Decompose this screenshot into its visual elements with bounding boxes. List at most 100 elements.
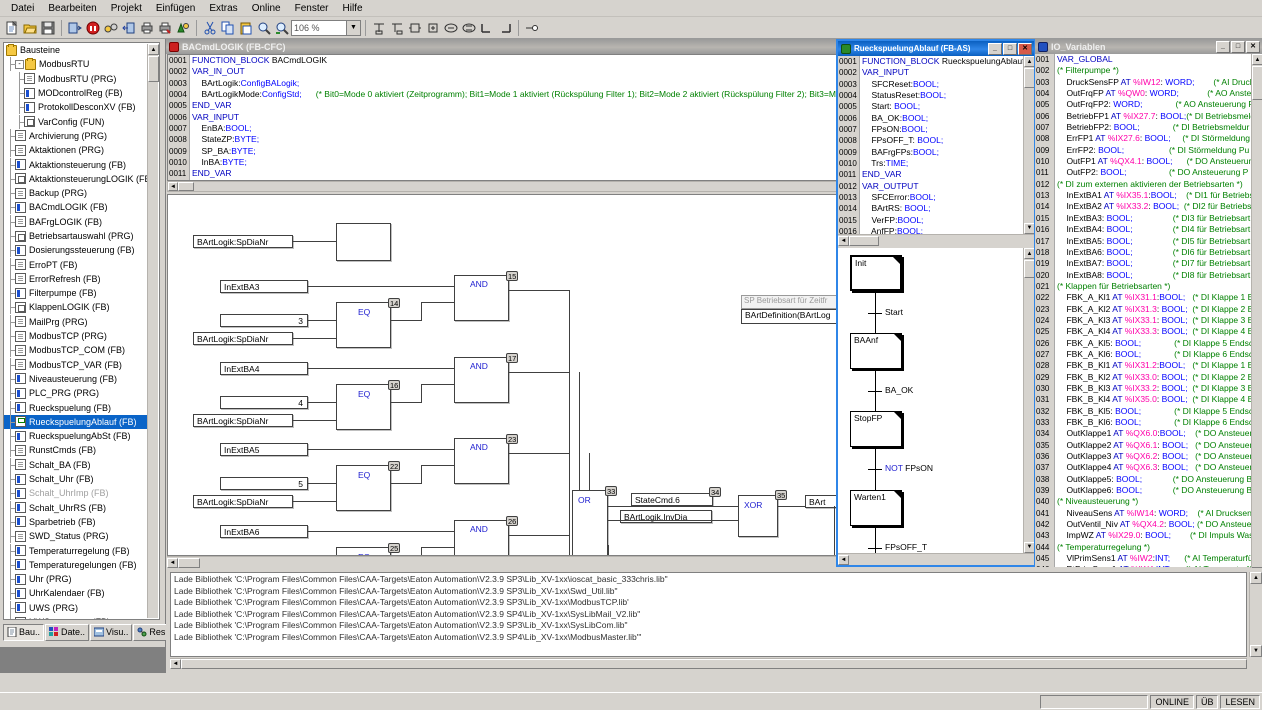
message-vscrollbar[interactable]: ▲ ▼ xyxy=(1249,572,1262,657)
scroll-thumb[interactable] xyxy=(148,56,159,82)
new-icon[interactable] xyxy=(3,19,21,37)
cfc-invdia-variable[interactable]: BArtLogik.InvDia xyxy=(620,510,712,523)
cfc-block-partial[interactable] xyxy=(336,223,391,261)
sfc-step-warten1[interactable]: Warten1 xyxy=(850,490,902,526)
minimize-icon[interactable]: _ xyxy=(988,42,1002,55)
scroll-up-icon[interactable]: ▲ xyxy=(1024,56,1034,67)
tab-bausteine[interactable]: Bau.. xyxy=(3,623,45,641)
tree-item-protokolldesconxv-fb-[interactable]: ProtokollDesconXV (FB) xyxy=(4,100,156,115)
tree-item-filterpumpe-fb-[interactable]: Filterpumpe (FB) xyxy=(4,286,156,301)
cfc-connect-icon[interactable] xyxy=(496,19,514,37)
cfc-constant[interactable]: 5 xyxy=(220,477,308,490)
scroll-left-icon[interactable]: ◄ xyxy=(838,235,849,246)
tree-item-aktaktionsteuerung-fb-[interactable]: Aktaktionsteuerung (FB) xyxy=(4,157,156,172)
tab-visualisierungen[interactable]: Visu.. xyxy=(90,623,133,641)
scroll-up-icon[interactable]: ▲ xyxy=(1252,54,1262,65)
cfc-negate-icon[interactable] xyxy=(523,19,541,37)
hscroll-thumb[interactable] xyxy=(181,659,1247,669)
scroll-thumb[interactable] xyxy=(1024,68,1034,88)
tree-item-varconfig-fun-[interactable]: VarConfig (FUN) xyxy=(4,114,156,129)
run-icon[interactable] xyxy=(174,19,192,37)
paste-icon[interactable] xyxy=(237,19,255,37)
cfc-input-variable[interactable]: InExtBA5 xyxy=(220,443,308,456)
cfc-jump-icon[interactable] xyxy=(424,19,442,37)
sfc-transition-label[interactable]: Start xyxy=(885,307,903,317)
tree-item-plc_prg-prg-[interactable]: PLC_PRG (PRG) xyxy=(4,386,156,401)
close-icon[interactable]: ✕ xyxy=(1018,42,1032,55)
tree-item-archivierung-prg-[interactable]: Archivierung (PRG) xyxy=(4,128,156,143)
scroll-down-icon[interactable]: ▼ xyxy=(1024,542,1034,553)
chevron-down-icon[interactable]: ▼ xyxy=(347,19,361,36)
save-icon[interactable] xyxy=(39,19,57,37)
cfc-input-variable[interactable]: InExtBA3 xyxy=(220,280,308,293)
cfc-input-variable[interactable]: InExtBA4 xyxy=(220,362,308,375)
menu-fenster[interactable]: Fenster xyxy=(288,2,336,15)
step-in-icon[interactable] xyxy=(120,19,138,37)
cfc-label-icon[interactable] xyxy=(442,19,460,37)
io-variablen-titlebar[interactable]: IO_Variablen _ □ ✕ xyxy=(1035,39,1262,54)
sfc-step-init[interactable]: Init xyxy=(850,255,902,291)
find-next-icon[interactable] xyxy=(273,19,291,37)
tree-item-schalt_uhrrs-fb-[interactable]: Schalt_UhrRS (FB) xyxy=(4,500,156,515)
tree-item-betriebsartauswahl-prg-[interactable]: Betriebsartauswahl (PRG) xyxy=(4,229,156,243)
maximize-icon[interactable]: □ xyxy=(1231,40,1245,53)
zoom-select[interactable]: 106 % xyxy=(291,19,347,36)
tree-item-rueckspuelung-fb-[interactable]: Rueckspuelung (FB) xyxy=(4,400,156,415)
tree-item-bausteine[interactable]: Bausteine xyxy=(4,43,156,57)
io-variablen-editor[interactable]: 001 VAR_GLOBAL 002 (* Filterpumpe *) 003 Dru… xyxy=(1035,54,1262,567)
tree-item-rueckspuelungabst-fb-[interactable]: RueckspuelungAbSt (FB) xyxy=(4,429,156,444)
hscroll-thumb[interactable] xyxy=(849,235,879,246)
tree-item-schalt_uhr-fb-[interactable]: Schalt_Uhr (FB) xyxy=(4,472,156,487)
tree-item-bacmdlogik-fb-[interactable]: BACmdLOGIK (FB) xyxy=(4,200,156,215)
scroll-left-icon[interactable]: ◄ xyxy=(170,659,181,669)
tree-item-klappenlogik-fb-[interactable]: KlappenLOGIK (FB) xyxy=(4,300,156,315)
cut-icon[interactable] xyxy=(201,19,219,37)
cfc-input-variable[interactable]: InExtBA6 xyxy=(220,525,308,538)
cfc-comment-icon[interactable] xyxy=(478,19,496,37)
tree-item-modbusrtu[interactable]: - ModbusRTU xyxy=(4,57,156,72)
cfc-variable-box[interactable]: BArtLogik:SpDiaNr xyxy=(193,414,293,427)
find-icon[interactable] xyxy=(255,19,273,37)
cfc-constant[interactable]: 4 xyxy=(220,396,308,409)
sfc-step-stopfp[interactable]: StopFP xyxy=(850,411,902,447)
menu-bearbeiten[interactable]: Bearbeiten xyxy=(41,2,103,15)
rueckspuelung-declaration-editor[interactable]: 0001 FUNCTION_BLOCK RueckspuelungAblauf 00… xyxy=(838,56,1034,234)
hscroll-thumb[interactable] xyxy=(178,182,194,191)
scroll-down-icon[interactable]: ▼ xyxy=(1250,645,1262,657)
cfc-variable-box[interactable]: BArtLogik:SpDiaNr xyxy=(193,495,293,508)
sfc-transition-label[interactable]: BA_OK xyxy=(885,385,913,395)
cfc-statecmd-variable[interactable]: StateCmd.6 xyxy=(631,493,713,506)
tree-item-modbustcp_com-fb-[interactable]: ModbusTCP_COM (FB) xyxy=(4,343,156,358)
maximize-icon[interactable]: □ xyxy=(1003,42,1017,55)
print-icon[interactable] xyxy=(138,19,156,37)
tree-scrollbar[interactable]: ▲ xyxy=(147,44,159,618)
scroll-left-icon[interactable]: ◄ xyxy=(167,557,178,568)
tree-item-sparbetrieb-fb-[interactable]: Sparbetrieb (FB) xyxy=(4,514,156,529)
tree-item-uhr-prg-[interactable]: Uhr (PRG) xyxy=(4,572,156,587)
scroll-up-icon[interactable]: ▲ xyxy=(1250,572,1262,584)
tree-item-modbustcp_var-fb-[interactable]: ModbusTCP_VAR (FB) xyxy=(4,357,156,372)
tree-item-uwssteuerung-fb-[interactable]: UWSsteuerung (FB) xyxy=(4,615,156,619)
rueck-decl-hscrollbar[interactable]: ◄ xyxy=(838,234,1034,246)
message-hscrollbar[interactable]: ◄ xyxy=(170,658,1247,669)
scroll-up-icon[interactable]: ▲ xyxy=(148,44,159,55)
scroll-up-icon[interactable]: ▲ xyxy=(1024,248,1034,259)
menu-hilfe[interactable]: Hilfe xyxy=(336,2,370,15)
message-list[interactable]: Lade Bibliothek 'C:\Program Files\Common… xyxy=(170,572,1247,657)
minimize-icon[interactable]: _ xyxy=(1216,40,1230,53)
tree-item-runstcmds-fb-[interactable]: RunstCmds (FB) xyxy=(4,443,156,458)
tree-item-aktaktionsteuerunglogik-fb-[interactable]: AktaktionsteuerungLOGIK (FB) xyxy=(4,171,156,186)
menu-projekt[interactable]: Projekt xyxy=(104,2,149,15)
tree-item-schalt_uhrimp-fb-[interactable]: Schalt_UhrImp (FB) xyxy=(4,486,156,501)
tree-item-modbustcp-prg-[interactable]: ModbusTCP (PRG) xyxy=(4,329,156,344)
tree-item-uhrkalendaer-fb-[interactable]: UhrKalendaer (FB) xyxy=(4,586,156,601)
tree-item-niveausteuerung-fb-[interactable]: Niveausteuerung (FB) xyxy=(4,371,156,386)
tree-expander-icon[interactable]: - xyxy=(15,59,24,69)
copy-icon[interactable] xyxy=(219,19,237,37)
rueckspuelung-sfc-canvas[interactable]: InitBAAnfStopFPWarten1VentONStartBA_OKNO… xyxy=(838,248,1034,553)
cfc-return-icon[interactable] xyxy=(460,19,478,37)
cfc-variable-box[interactable]: BArtLogik:SpDiaNr xyxy=(193,332,293,345)
tree-item-aktaktionen-prg-[interactable]: Aktaktionen (PRG) xyxy=(4,143,156,158)
rueck-decl-vscrollbar[interactable]: ▲ ▼ xyxy=(1023,56,1034,234)
cfc-input-icon[interactable] xyxy=(370,19,388,37)
